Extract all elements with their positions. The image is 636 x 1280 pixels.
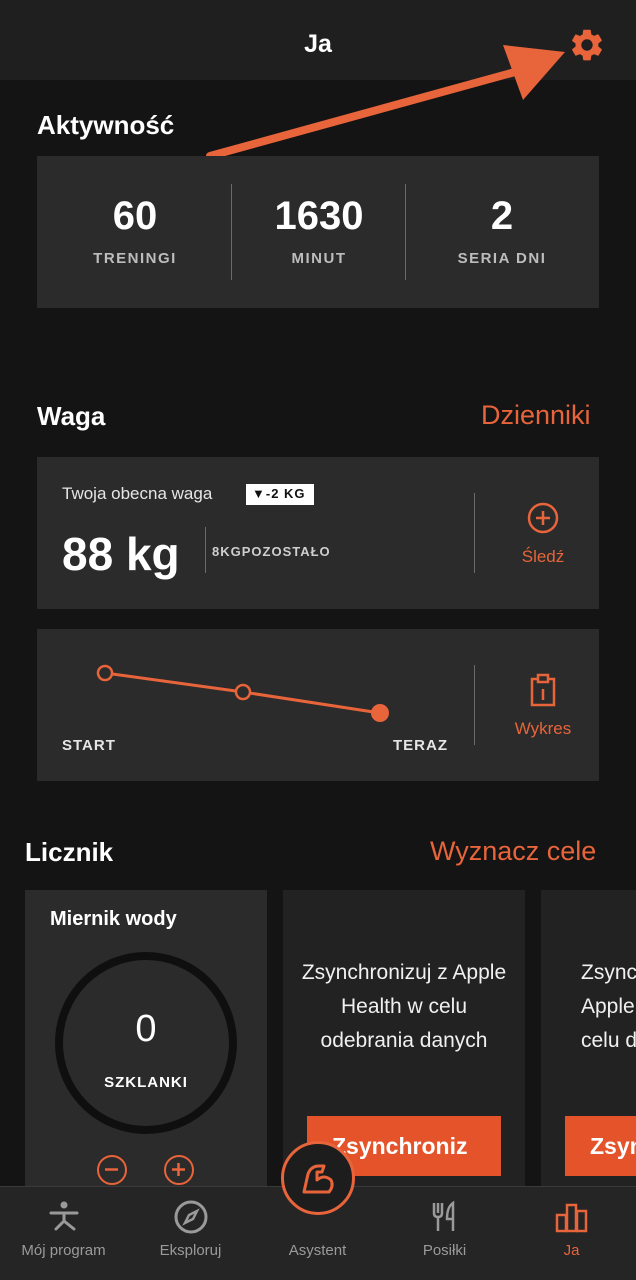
gear-icon[interactable] xyxy=(568,26,606,64)
nav-explore[interactable]: Eksploruj xyxy=(127,1187,254,1280)
water-ring: 0 SZKLANKI xyxy=(55,952,237,1134)
stat-label: TRENINGI xyxy=(93,250,177,267)
water-count: 0 xyxy=(135,1008,157,1050)
activity-title: Aktywność xyxy=(37,110,175,140)
minus-icon xyxy=(105,1168,118,1171)
stat-minutes: 1630 MINUT xyxy=(233,156,405,308)
compass-icon xyxy=(174,1200,208,1234)
top-bar: Ja xyxy=(0,0,636,80)
weight-card: Twoja obecna waga ▼-2 KG 88 kg 8KGPOZOST… xyxy=(37,457,599,609)
sync-card-2: Zsync Apple celu d Zsyn xyxy=(541,890,636,1190)
plus-icon xyxy=(172,1163,185,1176)
bar-chart-icon xyxy=(555,1203,588,1233)
weight-change-badge: ▼-2 KG xyxy=(246,484,314,505)
set-goals-link[interactable]: Wyznacz cele xyxy=(430,836,596,867)
chart-point-mid xyxy=(234,683,252,701)
sync-description: Zsynchronizuj z Apple Health w celu odeb… xyxy=(301,961,507,1052)
stat-label: MINUT xyxy=(291,250,347,267)
water-card: Miernik wody 0 SZKLANKI xyxy=(25,890,267,1190)
fork-knife-icon xyxy=(432,1200,455,1231)
track-weight-button[interactable]: Śledź xyxy=(487,501,599,567)
current-weight-label: Twoja obecna waga xyxy=(62,484,213,503)
weight-title: Waga xyxy=(37,401,106,431)
nav-label: Posiłki xyxy=(422,1242,467,1259)
divider xyxy=(474,665,475,745)
counter-title: Licznik xyxy=(25,837,114,867)
page-title: Ja xyxy=(304,30,332,58)
remaining-weight: 8KGPOZOSTAŁO xyxy=(212,544,331,559)
chart-point-start xyxy=(96,664,114,682)
weight-chart-card: START TERAZ Wykres xyxy=(37,629,599,781)
flexed-arm-icon xyxy=(302,1164,334,1194)
plus-circle-icon xyxy=(527,502,559,534)
assistant-button[interactable] xyxy=(281,1141,355,1215)
divider xyxy=(205,527,206,573)
stat-value: 60 xyxy=(112,194,158,238)
nav-meals[interactable]: Posiłki xyxy=(381,1187,508,1280)
water-unit: SZKLANKI xyxy=(104,1074,188,1091)
current-weight-value: 88 kg xyxy=(62,528,180,580)
divider xyxy=(474,493,475,573)
yoga-icon xyxy=(49,1201,79,1231)
weight-trend-chart xyxy=(96,664,389,722)
stat-value: 2 xyxy=(490,194,514,238)
nav-label: Ja xyxy=(563,1242,580,1259)
logs-link[interactable]: Dzienniki xyxy=(481,400,591,431)
chart-label: Wykres xyxy=(514,719,572,738)
stat-workouts: 60 TRENINGI xyxy=(37,156,233,308)
water-title: Miernik wody xyxy=(50,908,177,930)
stat-streak: 2 SERIA DNI xyxy=(405,156,599,308)
minus-button[interactable] xyxy=(97,1155,127,1185)
nav-my-program[interactable]: Mój program xyxy=(0,1187,127,1280)
activity-card: 60 TRENINGI 1630 MINUT 2 SERIA DNI xyxy=(37,156,599,308)
nav-me[interactable]: Ja xyxy=(508,1187,635,1280)
stat-label: SERIA DNI xyxy=(457,250,547,267)
nav-label: Eksploruj xyxy=(159,1242,222,1259)
nav-label: Asystent xyxy=(288,1242,347,1259)
stat-value: 1630 xyxy=(274,194,364,238)
sync-button-2[interactable]: Zsyn xyxy=(565,1116,636,1176)
chart-button[interactable]: Wykres xyxy=(487,673,599,739)
chart-start-label: START xyxy=(62,737,116,754)
plus-button[interactable] xyxy=(164,1155,194,1185)
divider xyxy=(231,184,232,280)
sync-description-2: Zsync Apple celu d xyxy=(581,961,636,1052)
chart-point-now xyxy=(371,704,389,722)
track-label: Śledź xyxy=(521,547,565,566)
clipboard-chart-icon xyxy=(530,673,556,707)
nav-label: Mój program xyxy=(21,1242,106,1259)
chart-now-label: TERAZ xyxy=(393,737,448,754)
